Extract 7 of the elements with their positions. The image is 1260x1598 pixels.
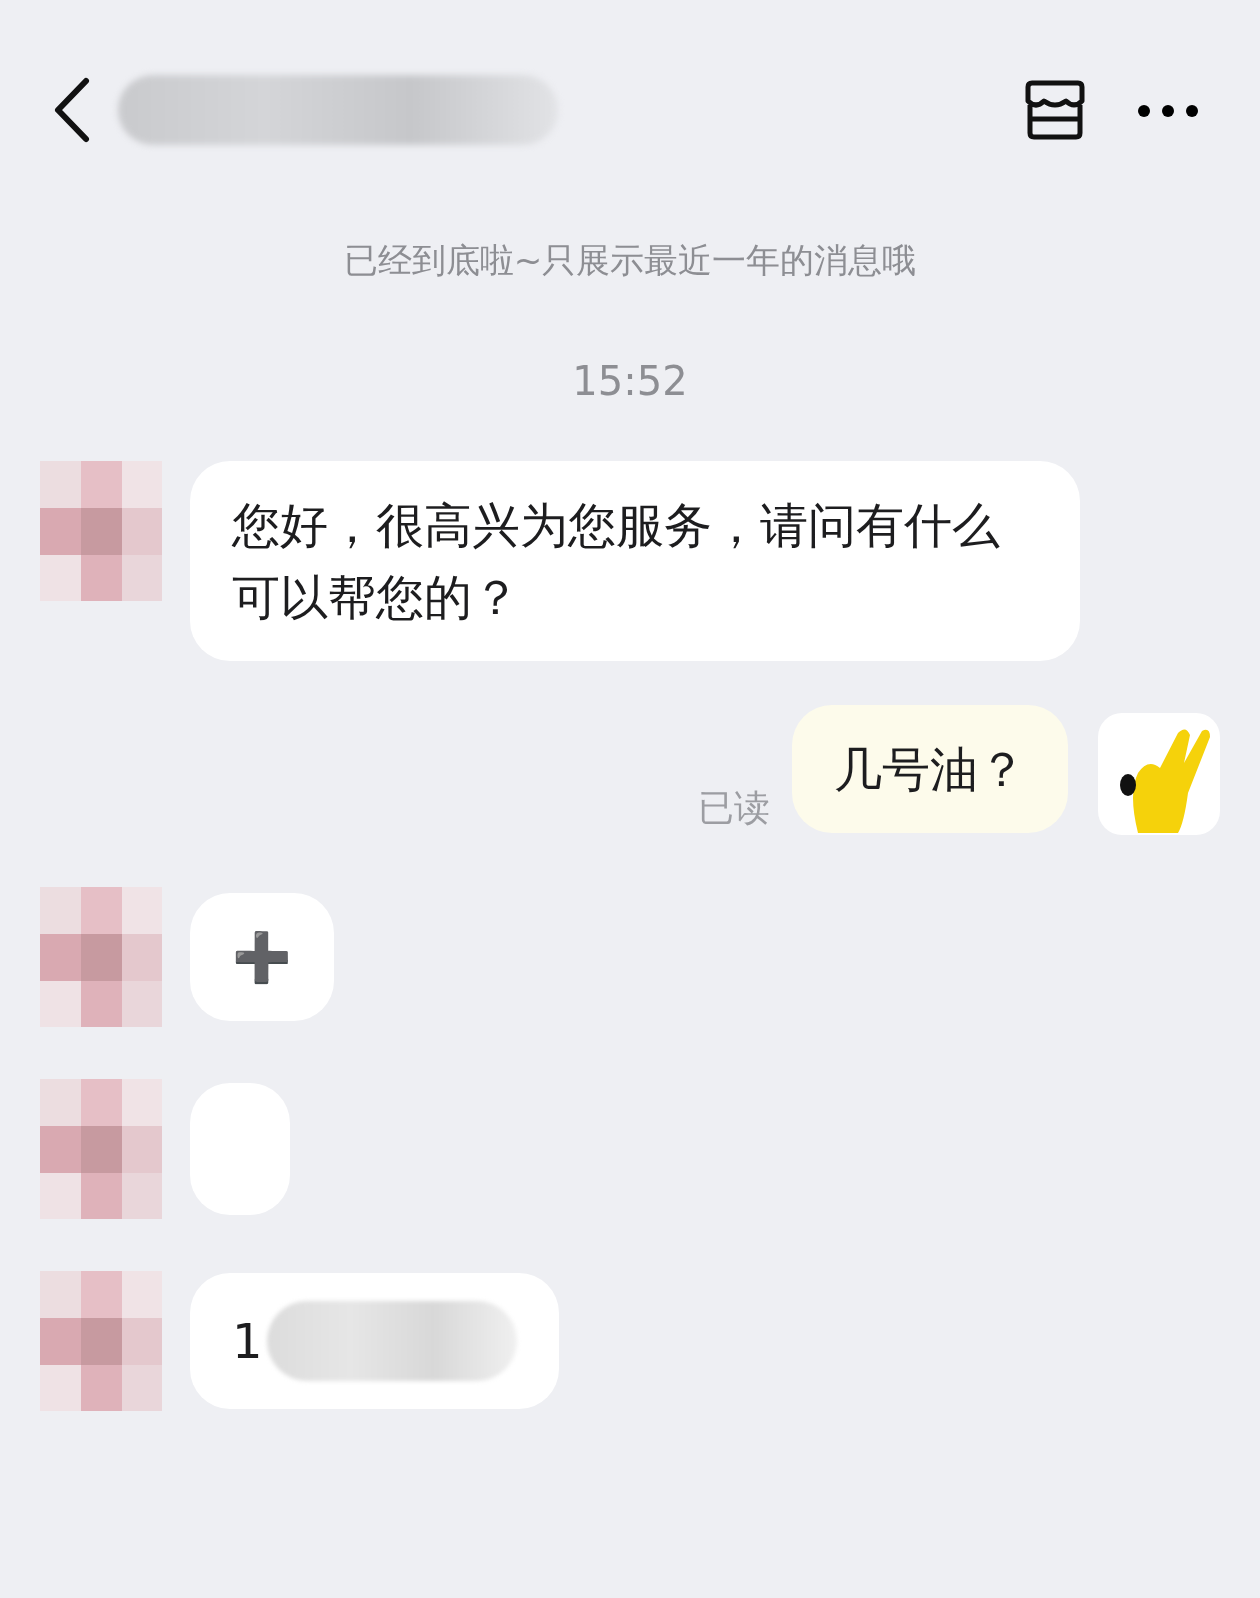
message-text: 1 [232,1312,263,1371]
message-bubble: ➕ [190,893,334,1021]
read-receipt: 已读 [698,786,770,830]
notice-text: 已经到底啦~只展示最近一年的消息哦 [342,239,918,282]
message-bubble: 几号油？ [792,705,1068,833]
timestamp: 15:52 [571,357,689,406]
message-bubble: 您好，很高兴为您服务，请问有什么可以帮您的？ [190,461,1080,661]
